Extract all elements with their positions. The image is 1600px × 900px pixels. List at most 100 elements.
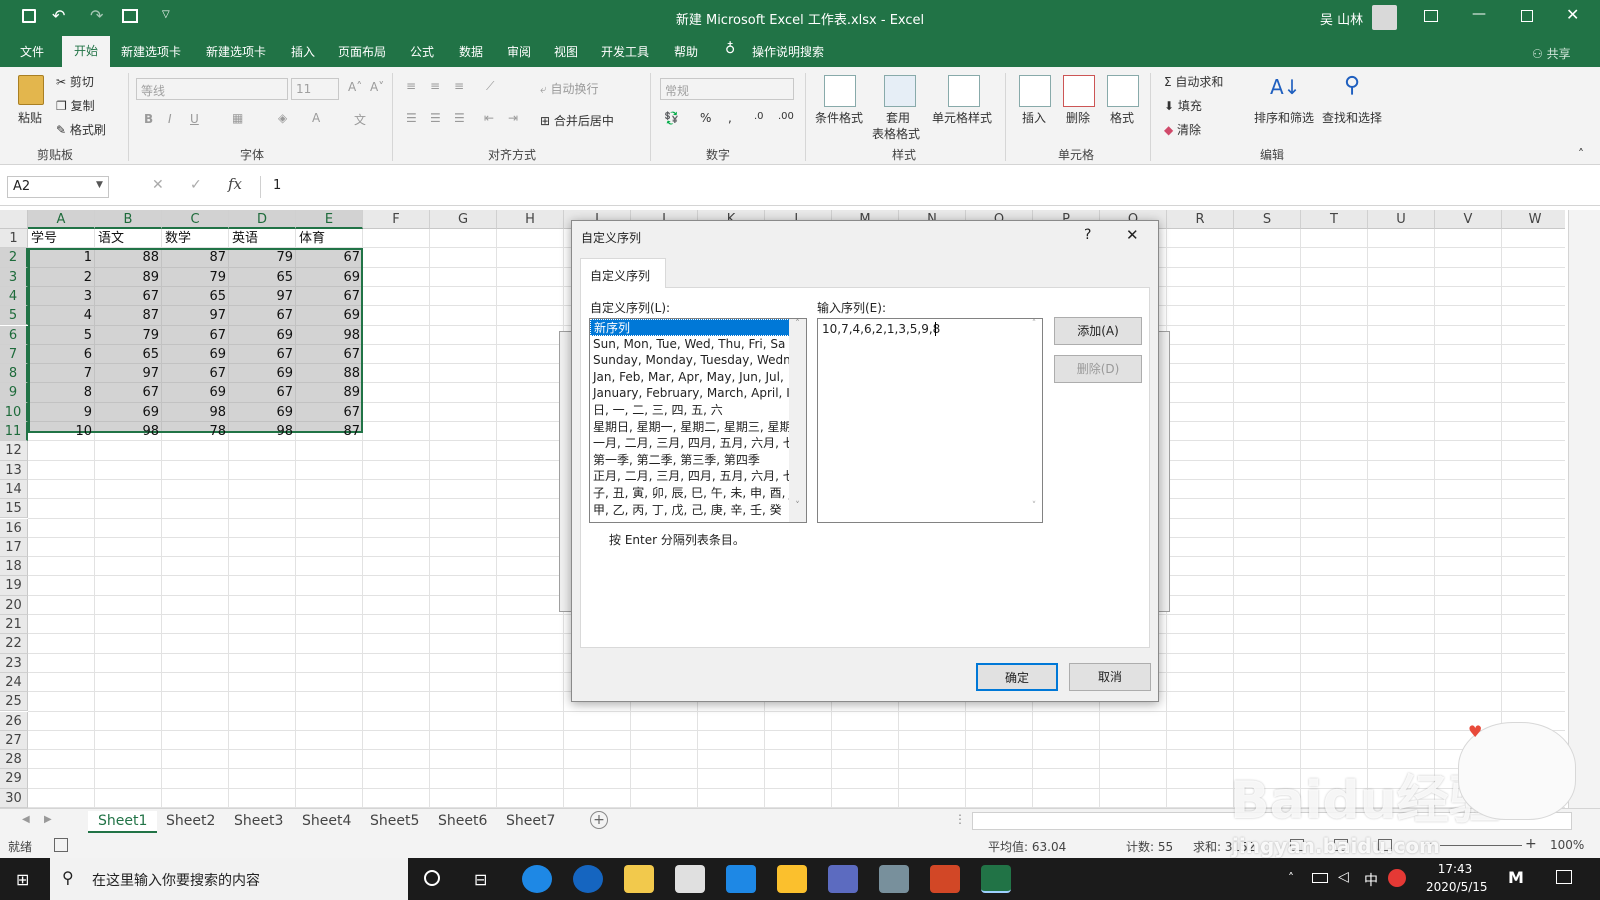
data-cell[interactable]: 69 [95, 403, 162, 422]
store-icon[interactable] [675, 865, 705, 893]
ribbon-display-icon[interactable] [1424, 10, 1438, 22]
tell-me-search[interactable]: 操作说明搜索 [752, 41, 824, 62]
data-cell[interactable]: 67 [229, 383, 296, 402]
data-cell[interactable]: 10 [28, 422, 95, 441]
row-header-1[interactable]: 1 [0, 229, 28, 249]
tab-developer[interactable]: 开发工具 [601, 41, 649, 62]
tab-help[interactable]: 帮助 [674, 41, 698, 62]
taskbar-search-box[interactable]: ⚲ 在这里输入你要搜索的内容 [50, 858, 408, 900]
zoom-slider[interactable] [1440, 845, 1522, 846]
align-right-icon[interactable]: ☰ [454, 111, 465, 125]
underline-icon[interactable]: U [190, 112, 199, 126]
row-header-28[interactable]: 28 [0, 750, 28, 770]
row-header-7[interactable]: 7 [0, 344, 28, 365]
header-cell[interactable]: 语文 [95, 229, 162, 248]
increase-indent-icon[interactable]: ⇥ [508, 111, 518, 125]
align-bottom-icon[interactable]: ≡ [454, 79, 464, 93]
tab-page-layout[interactable]: 页面布局 [338, 41, 386, 62]
sheet-tab-1[interactable]: Sheet1 [88, 811, 158, 833]
data-cell[interactable]: 69 [229, 403, 296, 422]
data-cell[interactable]: 98 [229, 422, 296, 441]
data-cell[interactable]: 67 [296, 287, 363, 306]
align-top-icon[interactable]: ≡ [406, 79, 416, 93]
format-painter-button[interactable]: ✎ 格式刷 [56, 121, 106, 138]
row-header-5[interactable]: 5 [0, 306, 28, 326]
file-explorer-icon[interactable] [624, 865, 654, 893]
column-header-s[interactable]: S [1234, 210, 1301, 229]
column-header-w[interactable]: W [1502, 210, 1565, 229]
decrease-indent-icon[interactable]: ⇤ [484, 111, 494, 125]
ime-indicator[interactable]: 中 [1364, 870, 1378, 890]
column-header-v[interactable]: V [1435, 210, 1502, 229]
listbox-scrollbar[interactable]: ˄ ˅ [789, 319, 806, 522]
cell-styles-button[interactable]: 单元格样式 [932, 109, 992, 126]
format-cells-icon[interactable] [1107, 75, 1139, 107]
row-header-18[interactable]: 18 [0, 557, 28, 577]
confirm-entry-icon[interactable]: ✓ [190, 177, 202, 193]
formula-input[interactable]: 1 [260, 176, 1582, 198]
avatar[interactable] [1372, 5, 1397, 30]
minimize-icon[interactable]: — [1472, 6, 1486, 22]
cut-button[interactable]: ✂ 剪切 [56, 73, 94, 90]
data-cell[interactable]: 67 [229, 345, 296, 364]
insert-function-icon[interactable]: fx [228, 175, 242, 193]
data-cell[interactable]: 9 [28, 403, 95, 422]
sogou-browser-icon[interactable] [522, 865, 552, 893]
row-header-10[interactable]: 10 [0, 402, 28, 422]
tray-up-icon[interactable]: ˄ [1288, 871, 1294, 885]
data-cell[interactable]: 65 [95, 345, 162, 364]
row-header-11[interactable]: 11 [0, 422, 28, 442]
currency-icon[interactable]: 💱 [664, 111, 679, 125]
row-header-4[interactable]: 4 [0, 286, 28, 307]
custom-list-item[interactable]: 新序列 [590, 319, 790, 336]
custom-list-item[interactable]: Sunday, Monday, Tuesday, Wedn [590, 352, 790, 369]
italic-icon[interactable]: I [168, 112, 172, 126]
bold-icon[interactable]: B [144, 112, 153, 126]
delete-cells-icon[interactable] [1063, 75, 1095, 107]
custom-list-item[interactable]: 子, 丑, 寅, 卯, 辰, 巳, 午, 未, 申, 酉, J [590, 485, 790, 502]
data-cell[interactable]: 5 [28, 326, 95, 345]
textbox-scrollbar[interactable]: ˄ ˅ [1026, 319, 1042, 522]
data-cell[interactable]: 98 [162, 403, 229, 422]
row-header-30[interactable]: 30 [0, 788, 28, 808]
data-cell[interactable]: 67 [296, 345, 363, 364]
clear-button[interactable]: ◆ 清除 [1164, 121, 1201, 138]
data-cell[interactable]: 88 [95, 248, 162, 267]
row-header-23[interactable]: 23 [0, 653, 28, 673]
sogou-ime-icon[interactable] [1388, 869, 1406, 887]
column-header-c[interactable]: C [162, 210, 229, 229]
row-header-13[interactable]: 13 [0, 460, 28, 480]
app-bird-icon[interactable] [828, 865, 858, 893]
data-cell[interactable]: 67 [95, 383, 162, 402]
sort-filter-icon[interactable]: A↓ [1270, 75, 1300, 99]
data-cell[interactable]: 67 [296, 403, 363, 422]
comma-icon[interactable]: , [728, 111, 732, 125]
name-box-dropdown-icon[interactable]: ▼ [96, 180, 103, 190]
zoom-level[interactable]: 100% [1550, 838, 1584, 852]
windows-start-icon[interactable]: ⊞ [16, 870, 29, 889]
data-cell[interactable]: 65 [229, 268, 296, 287]
vertical-scrollbar[interactable] [1568, 210, 1600, 808]
row-header-8[interactable]: 8 [0, 364, 28, 384]
autosum-button[interactable]: Σ 自动求和 [1164, 73, 1223, 90]
data-cell[interactable]: 87 [162, 248, 229, 267]
data-cell[interactable]: 7 [28, 364, 95, 383]
paste-icon[interactable] [18, 75, 44, 105]
row-header-24[interactable]: 24 [0, 672, 28, 693]
format-as-table-line1[interactable]: 套用 [886, 109, 910, 126]
data-cell[interactable]: 69 [162, 383, 229, 402]
row-header-9[interactable]: 9 [0, 383, 28, 403]
row-header-20[interactable]: 20 [0, 595, 28, 615]
data-cell[interactable]: 79 [229, 248, 296, 267]
merge-center-button[interactable]: ⊞ 合并后居中 [540, 112, 614, 129]
align-left-icon[interactable]: ☰ [406, 111, 417, 125]
header-cell[interactable]: 学号 [28, 229, 95, 248]
sheet-tab-7[interactable]: Sheet7 [496, 811, 565, 833]
share-button[interactable]: ⚇ 共享 [1532, 45, 1571, 62]
font-name-combo[interactable]: 等线 [136, 78, 288, 100]
data-cell[interactable]: 98 [95, 422, 162, 441]
tab-data[interactable]: 数据 [459, 41, 483, 62]
cortana-icon[interactable] [424, 870, 440, 886]
insert-cells-button[interactable]: 插入 [1022, 109, 1046, 126]
header-cell[interactable]: 英语 [229, 229, 296, 248]
